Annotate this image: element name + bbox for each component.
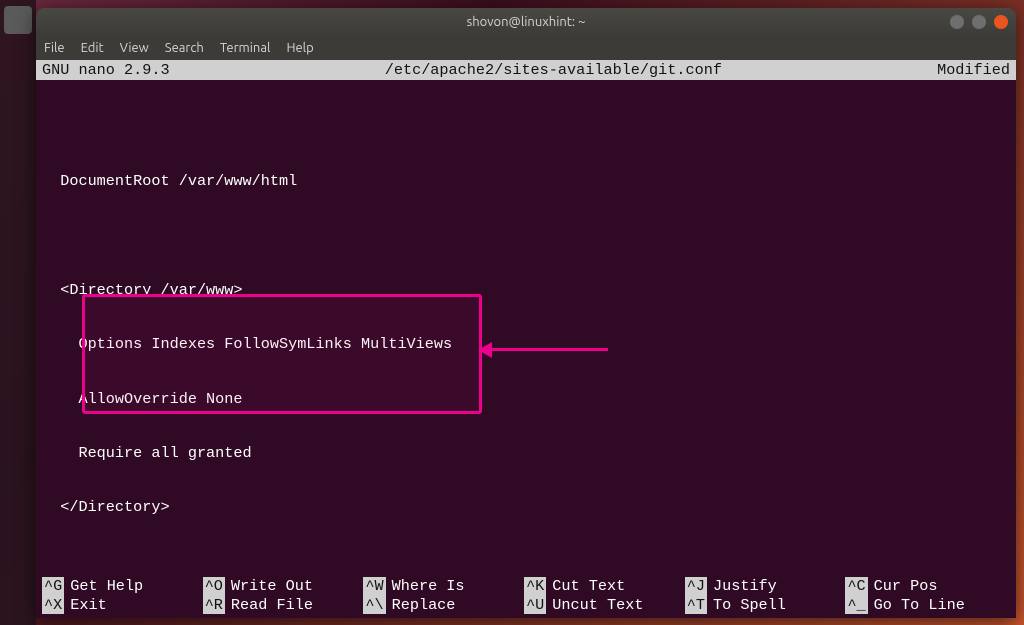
shortcut-replace[interactable]: ^\ Replace bbox=[363, 596, 524, 615]
shortcut-label: Read File bbox=[231, 596, 313, 615]
menu-edit[interactable]: Edit bbox=[81, 41, 104, 55]
annotation-arrow-icon bbox=[488, 348, 608, 351]
shortcut-get-help[interactable]: ^G Get Help bbox=[42, 577, 203, 596]
key-label: ^J bbox=[685, 577, 707, 596]
menu-file[interactable]: File bbox=[44, 41, 65, 55]
key-label: ^U bbox=[524, 596, 546, 615]
editor-line bbox=[42, 552, 1010, 570]
shortcut-label: Cur Pos bbox=[874, 577, 938, 596]
editor-line bbox=[42, 118, 1010, 136]
menu-view[interactable]: View bbox=[120, 41, 149, 55]
shortcut-write-out[interactable]: ^O Write Out bbox=[203, 577, 364, 596]
shortcut-label: Write Out bbox=[231, 577, 313, 596]
launcher-dock[interactable] bbox=[0, 0, 36, 625]
shortcut-label: Cut Text bbox=[552, 577, 625, 596]
key-label: ^W bbox=[363, 577, 385, 596]
shortcut-justify[interactable]: ^J Justify bbox=[685, 577, 846, 596]
shortcut-read-file[interactable]: ^R Read File bbox=[203, 596, 364, 615]
launcher-item[interactable] bbox=[4, 6, 32, 34]
editor-line: DocumentRoot /var/www/html bbox=[42, 172, 1010, 190]
shortcut-uncut-text[interactable]: ^U Uncut Text bbox=[524, 596, 685, 615]
footer-row-1: ^G Get Help ^O Write Out ^W Where Is ^K Cut … bbox=[42, 577, 1010, 596]
window-controls bbox=[950, 15, 1008, 29]
key-label: ^X bbox=[42, 596, 64, 615]
shortcut-label: Go To Line bbox=[874, 596, 965, 615]
titlebar[interactable]: shovon@linuxhint: ~ bbox=[36, 8, 1016, 36]
shortcut-label: Get Help bbox=[70, 577, 143, 596]
shortcut-to-spell[interactable]: ^T To Spell bbox=[685, 596, 846, 615]
key-label: ^T bbox=[685, 596, 707, 615]
editor-line: </Directory> bbox=[42, 498, 1010, 516]
terminal-window: shovon@linuxhint: ~ File Edit View Searc… bbox=[36, 8, 1016, 618]
key-label: ^_ bbox=[845, 596, 867, 615]
nano-file-path: /etc/apache2/sites-available/git.conf bbox=[170, 61, 937, 79]
shortcut-label: Uncut Text bbox=[552, 596, 643, 615]
footer-row-2: ^X Exit ^R Read File ^\ Replace ^U Uncut Tex… bbox=[42, 596, 1010, 615]
window-title: shovon@linuxhint: ~ bbox=[44, 15, 1008, 29]
menu-help[interactable]: Help bbox=[286, 41, 313, 55]
minimize-icon[interactable] bbox=[950, 15, 964, 29]
editor-line: Require all granted bbox=[42, 444, 1010, 462]
nano-status: Modified bbox=[937, 61, 1010, 79]
key-label: ^\ bbox=[363, 596, 385, 615]
editor-line bbox=[42, 227, 1010, 245]
menubar: File Edit View Search Terminal Help bbox=[36, 36, 1016, 60]
menu-terminal[interactable]: Terminal bbox=[220, 41, 271, 55]
key-label: ^R bbox=[203, 596, 225, 615]
shortcut-go-to-line[interactable]: ^_ Go To Line bbox=[845, 596, 1006, 615]
shortcut-exit[interactable]: ^X Exit bbox=[42, 596, 203, 615]
nano-header: GNU nano 2.9.3 /etc/apache2/sites-availa… bbox=[36, 60, 1016, 80]
nano-footer: ^G Get Help ^O Write Out ^W Where Is ^K Cut … bbox=[42, 577, 1010, 614]
key-label: ^G bbox=[42, 577, 64, 596]
shortcut-label: To Spell bbox=[713, 596, 786, 615]
close-icon[interactable] bbox=[994, 15, 1008, 29]
key-label: ^O bbox=[203, 577, 225, 596]
shortcut-label: Exit bbox=[70, 596, 106, 615]
editor-line: AllowOverride None bbox=[42, 390, 1010, 408]
shortcut-label: Where Is bbox=[392, 577, 465, 596]
editor-line: <Directory /var/www> bbox=[42, 281, 1010, 299]
shortcut-cut-text[interactable]: ^K Cut Text bbox=[524, 577, 685, 596]
shortcut-where-is[interactable]: ^W Where Is bbox=[363, 577, 524, 596]
nano-version: GNU nano 2.9.3 bbox=[42, 61, 170, 79]
menu-search[interactable]: Search bbox=[165, 41, 204, 55]
key-label: ^C bbox=[845, 577, 867, 596]
shortcut-label: Replace bbox=[392, 596, 456, 615]
key-label: ^K bbox=[524, 577, 546, 596]
shortcut-label: Justify bbox=[713, 577, 777, 596]
maximize-icon[interactable] bbox=[972, 15, 986, 29]
shortcut-cur-pos[interactable]: ^C Cur Pos bbox=[845, 577, 1006, 596]
